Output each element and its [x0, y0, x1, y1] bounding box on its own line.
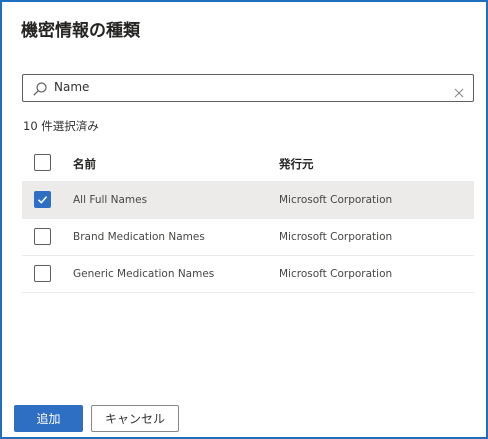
row-publisher: Microsoft Corporation [279, 268, 393, 280]
row-publisher: Microsoft Corporation [279, 194, 393, 206]
close-icon[interactable] [454, 83, 464, 98]
sensitive-info-table: 名前 発行元 All Full Names Microsoft Corporat… [22, 145, 474, 293]
table-header-row: 名前 発行元 [22, 145, 474, 182]
row-checkbox[interactable] [34, 191, 51, 208]
dialog-title: 機密情報の種類 [21, 21, 140, 41]
table-row[interactable]: Generic Medication Names Microsoft Corpo… [22, 256, 474, 293]
select-all-checkbox[interactable] [34, 154, 51, 171]
sensitive-info-types-dialog: 機密情報の種類 Name 10 件選択済み 名前 発行元 All Full Na… [0, 0, 488, 439]
column-header-publisher[interactable]: 発行元 [279, 156, 314, 172]
row-name: Generic Medication Names [73, 268, 215, 280]
row-name: Brand Medication Names [73, 231, 205, 243]
table-row[interactable]: Brand Medication Names Microsoft Corpora… [22, 219, 474, 256]
table-row[interactable]: All Full Names Microsoft Corporation [22, 182, 474, 219]
column-header-name[interactable]: 名前 [73, 156, 96, 172]
search-input[interactable]: Name [54, 80, 89, 94]
search-box[interactable]: Name [22, 74, 474, 102]
checkmark-icon [37, 196, 48, 204]
row-checkbox[interactable] [34, 228, 51, 245]
cancel-button[interactable]: キャンセル [91, 405, 179, 432]
row-publisher: Microsoft Corporation [279, 231, 393, 243]
add-button[interactable]: 追加 [14, 405, 83, 432]
selected-count: 10 件選択済み [23, 119, 99, 133]
row-checkbox[interactable] [34, 265, 51, 282]
row-name: All Full Names [73, 194, 148, 206]
search-icon [32, 81, 48, 97]
